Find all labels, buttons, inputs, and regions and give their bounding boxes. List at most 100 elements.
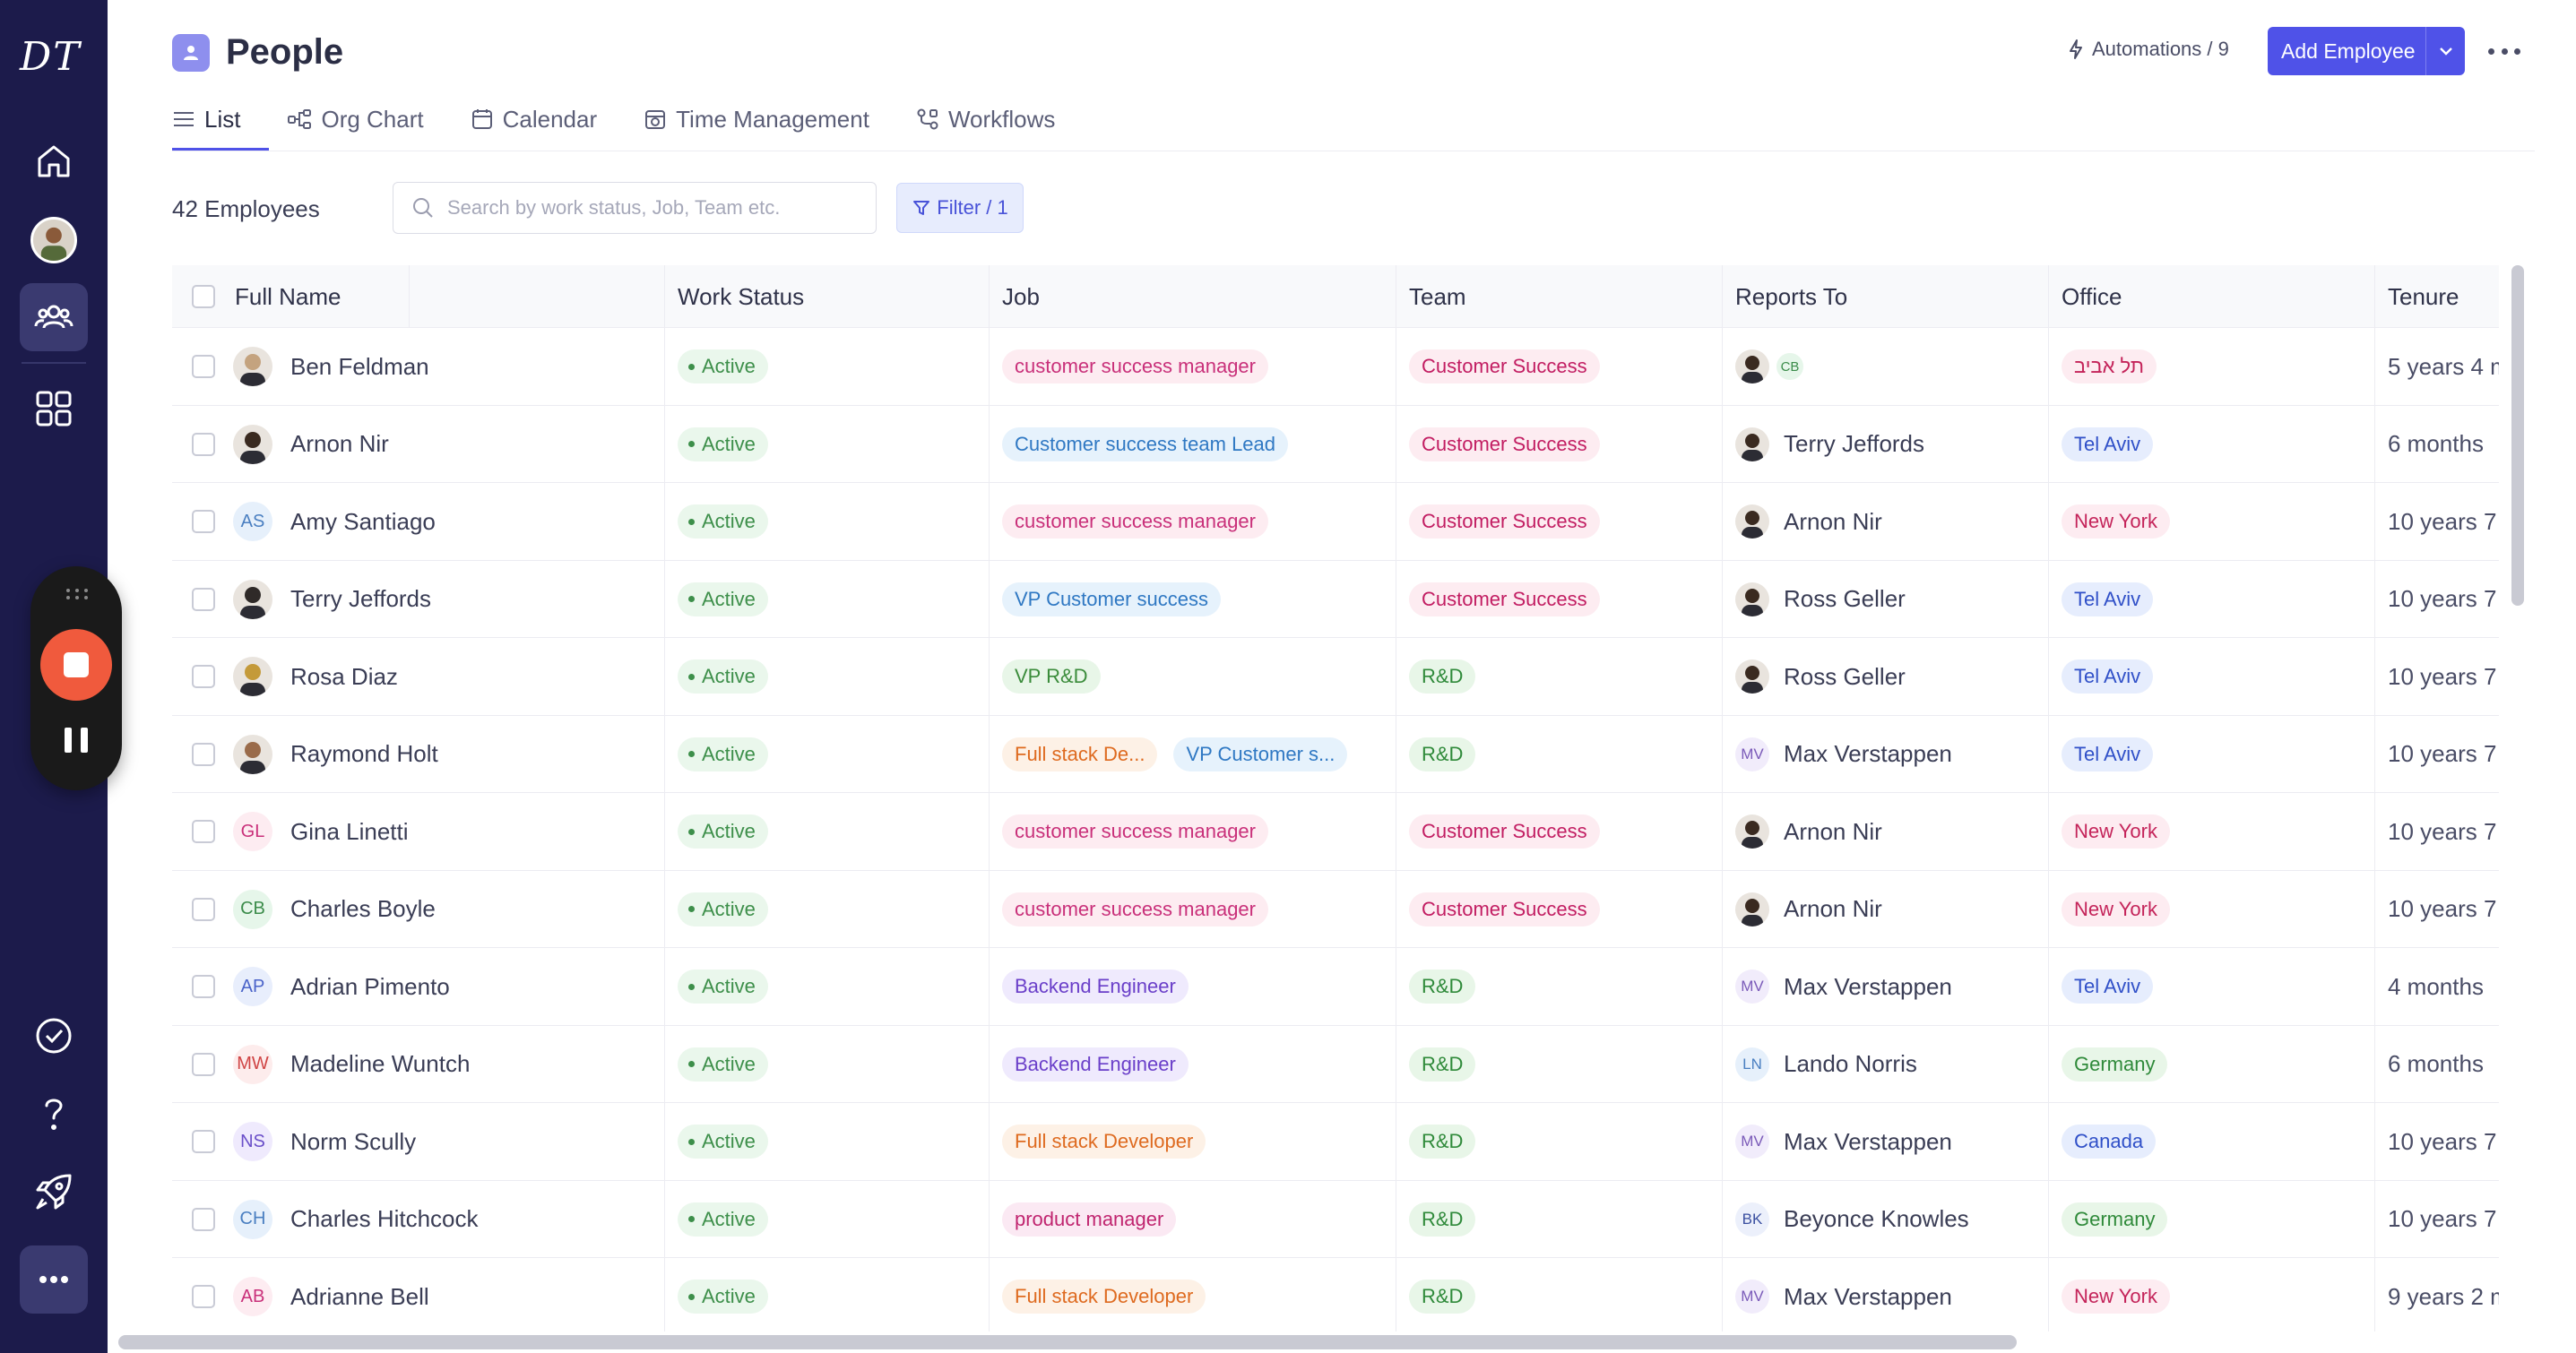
- office-tag[interactable]: New York: [2062, 814, 2170, 849]
- team-tag[interactable]: R&D: [1409, 1280, 1476, 1314]
- employee-name[interactable]: Madeline Wuntch: [290, 1050, 470, 1078]
- employee-name[interactable]: Adrian Pimento: [290, 973, 450, 1001]
- employee-name[interactable]: Charles Hitchcock: [290, 1205, 479, 1233]
- row-checkbox[interactable]: [192, 1052, 215, 1076]
- reports-to-name[interactable]: Max Verstappen: [1784, 1283, 1952, 1311]
- apps-grid-icon[interactable]: [20, 375, 88, 443]
- table-row[interactable]: NS Norm Scully Active Full stack Develop…: [172, 1103, 2499, 1181]
- job-tag[interactable]: Customer success team Lead: [1002, 427, 1289, 461]
- office-tag[interactable]: Tel Aviv: [2062, 737, 2154, 771]
- status-badge[interactable]: Active: [678, 1280, 768, 1314]
- vertical-scrollbar[interactable]: [2511, 265, 2524, 606]
- team-tag[interactable]: R&D: [1409, 659, 1476, 694]
- table-row[interactable]: Rosa Diaz Active VP R&D R&D Ross Geller …: [172, 638, 2499, 716]
- job-tag[interactable]: customer success manager: [1002, 814, 1268, 849]
- row-checkbox[interactable]: [192, 897, 215, 921]
- app-logo[interactable]: DT: [20, 34, 82, 80]
- reports-to-name[interactable]: Terry Jeffords: [1784, 430, 1924, 458]
- office-tag[interactable]: Germany: [2062, 1202, 2168, 1237]
- table-row[interactable]: GL Gina Linetti Active customer success …: [172, 793, 2499, 871]
- status-badge[interactable]: Active: [678, 1047, 768, 1082]
- team-tag[interactable]: Customer Success: [1409, 814, 1600, 849]
- status-badge[interactable]: Active: [678, 1202, 768, 1237]
- office-tag[interactable]: Tel Aviv: [2062, 659, 2154, 694]
- screen-recorder-widget[interactable]: [30, 566, 122, 790]
- status-badge[interactable]: Active: [678, 349, 768, 383]
- profile-avatar[interactable]: [30, 217, 77, 263]
- column-header-reports-to[interactable]: Reports To: [1723, 265, 2049, 328]
- team-tag[interactable]: R&D: [1409, 1202, 1476, 1237]
- row-checkbox[interactable]: [192, 975, 215, 998]
- tab-workflows[interactable]: Workflows: [916, 100, 1055, 138]
- status-badge[interactable]: Active: [678, 970, 768, 1004]
- job-tag[interactable]: VP Customer s...: [1173, 737, 1348, 771]
- office-tag[interactable]: New York: [2062, 892, 2170, 926]
- team-tag[interactable]: R&D: [1409, 970, 1476, 1004]
- table-row[interactable]: MW Madeline Wuntch Active Backend Engine…: [172, 1025, 2499, 1103]
- search-input[interactable]: [447, 196, 860, 220]
- reports-to-name[interactable]: Ross Geller: [1784, 585, 1906, 613]
- reports-to-name[interactable]: Arnon Nir: [1784, 895, 1882, 923]
- office-tag[interactable]: Tel Aviv: [2062, 582, 2154, 616]
- status-badge[interactable]: Active: [678, 892, 768, 926]
- employee-name[interactable]: Terry Jeffords: [290, 585, 431, 613]
- row-checkbox[interactable]: [192, 742, 215, 766]
- row-checkbox[interactable]: [192, 355, 215, 378]
- job-tag[interactable]: Full stack Developer: [1002, 1125, 1206, 1159]
- help-icon[interactable]: [20, 1079, 88, 1147]
- status-badge[interactable]: Active: [678, 427, 768, 461]
- job-tag[interactable]: Full stack Developer: [1002, 1280, 1206, 1314]
- employee-name[interactable]: Charles Boyle: [290, 895, 436, 923]
- employee-name[interactable]: Adrianne Bell: [290, 1283, 429, 1311]
- team-tag[interactable]: Customer Success: [1409, 504, 1600, 539]
- job-tag[interactable]: product manager: [1002, 1202, 1177, 1237]
- office-tag[interactable]: Tel Aviv: [2062, 970, 2154, 1004]
- team-tag[interactable]: R&D: [1409, 1047, 1476, 1082]
- job-tag[interactable]: customer success manager: [1002, 504, 1268, 539]
- column-header-office[interactable]: Office: [2049, 265, 2375, 328]
- reports-to-name[interactable]: Arnon Nir: [1784, 818, 1882, 846]
- table-row[interactable]: Raymond Holt Active Full stack De... VP C…: [172, 715, 2499, 793]
- table-row[interactable]: AS Amy Santiago Active customer success …: [172, 483, 2499, 561]
- table-row[interactable]: Ben Feldman Active customer success mana…: [172, 328, 2499, 406]
- tab-list[interactable]: List: [172, 100, 240, 138]
- row-checkbox[interactable]: [192, 1285, 215, 1308]
- tasks-check-icon[interactable]: [20, 1002, 88, 1070]
- table-row[interactable]: Terry Jeffords Active VP Customer succes…: [172, 560, 2499, 638]
- more-icon[interactable]: [20, 1245, 88, 1314]
- row-checkbox[interactable]: [192, 665, 215, 688]
- status-badge[interactable]: Active: [678, 504, 768, 539]
- employee-name[interactable]: Raymond Holt: [290, 740, 438, 768]
- job-tag[interactable]: Full stack De...: [1002, 737, 1158, 771]
- column-header-team[interactable]: Team: [1396, 265, 1723, 328]
- team-tag[interactable]: Customer Success: [1409, 892, 1600, 926]
- job-tag[interactable]: Backend Engineer: [1002, 970, 1189, 1004]
- chevron-down-icon[interactable]: [2426, 46, 2465, 56]
- reports-to-name[interactable]: Max Verstappen: [1784, 740, 1952, 768]
- office-tag[interactable]: Tel Aviv: [2062, 427, 2154, 461]
- table-row[interactable]: CH Charles Hitchcock Active product mana…: [172, 1180, 2499, 1258]
- more-options-button[interactable]: [2488, 39, 2520, 63]
- job-tag[interactable]: customer success manager: [1002, 892, 1268, 926]
- team-tag[interactable]: R&D: [1409, 737, 1476, 771]
- table-row[interactable]: CB Charles Boyle Active customer success…: [172, 870, 2499, 948]
- row-checkbox[interactable]: [192, 432, 215, 456]
- column-header-job[interactable]: Job: [990, 265, 1396, 328]
- office-tag[interactable]: Canada: [2062, 1125, 2157, 1159]
- status-badge[interactable]: Active: [678, 737, 768, 771]
- status-badge[interactable]: Active: [678, 1125, 768, 1159]
- employee-name[interactable]: Ben Feldman: [290, 353, 429, 381]
- status-badge[interactable]: Active: [678, 814, 768, 849]
- job-tag[interactable]: VP R&D: [1002, 659, 1101, 694]
- employee-name[interactable]: Gina Linetti: [290, 818, 409, 846]
- row-checkbox[interactable]: [192, 587, 215, 611]
- horizontal-scrollbar[interactable]: [118, 1335, 2017, 1349]
- job-tag[interactable]: customer success manager: [1002, 349, 1268, 383]
- automations-link[interactable]: Automations / 9: [2067, 38, 2229, 61]
- row-checkbox[interactable]: [192, 820, 215, 843]
- home-icon[interactable]: [20, 127, 88, 195]
- row-checkbox[interactable]: [192, 510, 215, 533]
- office-tag[interactable]: New York: [2062, 504, 2170, 539]
- reports-to-name[interactable]: Lando Norris: [1784, 1050, 1917, 1078]
- row-checkbox[interactable]: [192, 1130, 215, 1153]
